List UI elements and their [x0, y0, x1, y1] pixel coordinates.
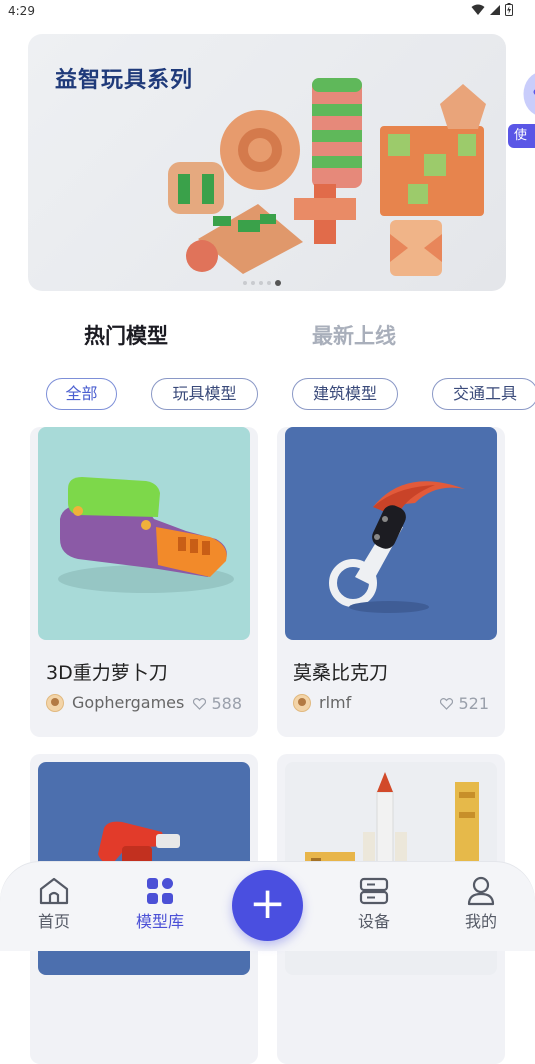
wifi-icon — [471, 4, 485, 16]
pagination-dot — [251, 281, 255, 285]
chip-all[interactable]: 全部 — [46, 378, 117, 410]
tab-device[interactable]: 设备 — [334, 874, 414, 932]
pagination-dot — [259, 281, 263, 285]
pagination-dot-active — [275, 280, 281, 286]
plus-icon: + — [249, 882, 286, 926]
tab-home[interactable]: 首页 — [14, 874, 94, 932]
card-likes[interactable]: 521 — [440, 694, 489, 713]
chip-building-models[interactable]: 建筑模型 — [292, 378, 398, 410]
card-title: 3D重力萝卜刀 — [46, 658, 168, 685]
status-bar: 4:29 — [0, 0, 535, 22]
chip-vehicles[interactable]: 交通工具 — [432, 378, 535, 410]
signal-icon — [489, 4, 501, 16]
battery-icon — [505, 3, 513, 16]
heart-icon — [193, 698, 206, 710]
tab-newest[interactable]: 最新上线 — [312, 320, 396, 350]
pagination-dot — [243, 281, 247, 285]
device-icon — [359, 877, 389, 905]
tab-hot-models[interactable]: 热门模型 — [84, 320, 168, 350]
promo-banner[interactable]: 益智玩具系列 — [28, 34, 506, 291]
author-name: Gophergames — [72, 693, 184, 712]
tab-model-library-label: 模型库 — [120, 908, 200, 932]
tab-model-library[interactable]: 模型库 — [120, 874, 200, 932]
grid-icon — [146, 877, 174, 905]
avatar — [46, 694, 64, 712]
likes-count: 588 — [211, 694, 242, 713]
banner-pagination — [243, 280, 281, 286]
card-title: 莫桑比克刀 — [293, 658, 388, 685]
karambit-image — [285, 427, 497, 640]
model-card[interactable]: 3D重力萝卜刀 Gophergames 588 — [30, 427, 258, 737]
heart-icon — [440, 698, 453, 710]
puzzle-toys-image — [28, 34, 506, 291]
tab-profile-label: 我的 — [441, 908, 521, 932]
banner-peek-badge: 使用 — [508, 124, 535, 148]
gravity-knife-image — [38, 427, 250, 640]
card-author: Gophergames — [46, 693, 184, 712]
author-name: rlmf — [319, 693, 351, 712]
chip-toy-models[interactable]: 玩具模型 — [151, 378, 258, 410]
tab-home-label: 首页 — [14, 908, 94, 932]
card-likes[interactable]: 588 — [193, 694, 242, 713]
home-icon — [38, 876, 70, 906]
pagination-dot — [267, 281, 271, 285]
tab-device-label: 设备 — [334, 908, 414, 932]
category-chips: 全部 玩具模型 建筑模型 交通工具 — [0, 378, 535, 410]
model-tabs: 热门模型 最新上线 — [0, 320, 535, 356]
likes-count: 521 — [458, 694, 489, 713]
status-icons — [471, 3, 513, 16]
tab-profile[interactable]: 我的 — [441, 874, 521, 932]
create-button[interactable]: + — [232, 870, 303, 941]
user-icon — [467, 876, 495, 906]
avatar — [293, 694, 311, 712]
status-time: 4:29 — [8, 4, 35, 18]
model-card[interactable]: 莫桑比克刀 rlmf 521 — [277, 427, 505, 737]
card-author: rlmf — [293, 693, 351, 712]
